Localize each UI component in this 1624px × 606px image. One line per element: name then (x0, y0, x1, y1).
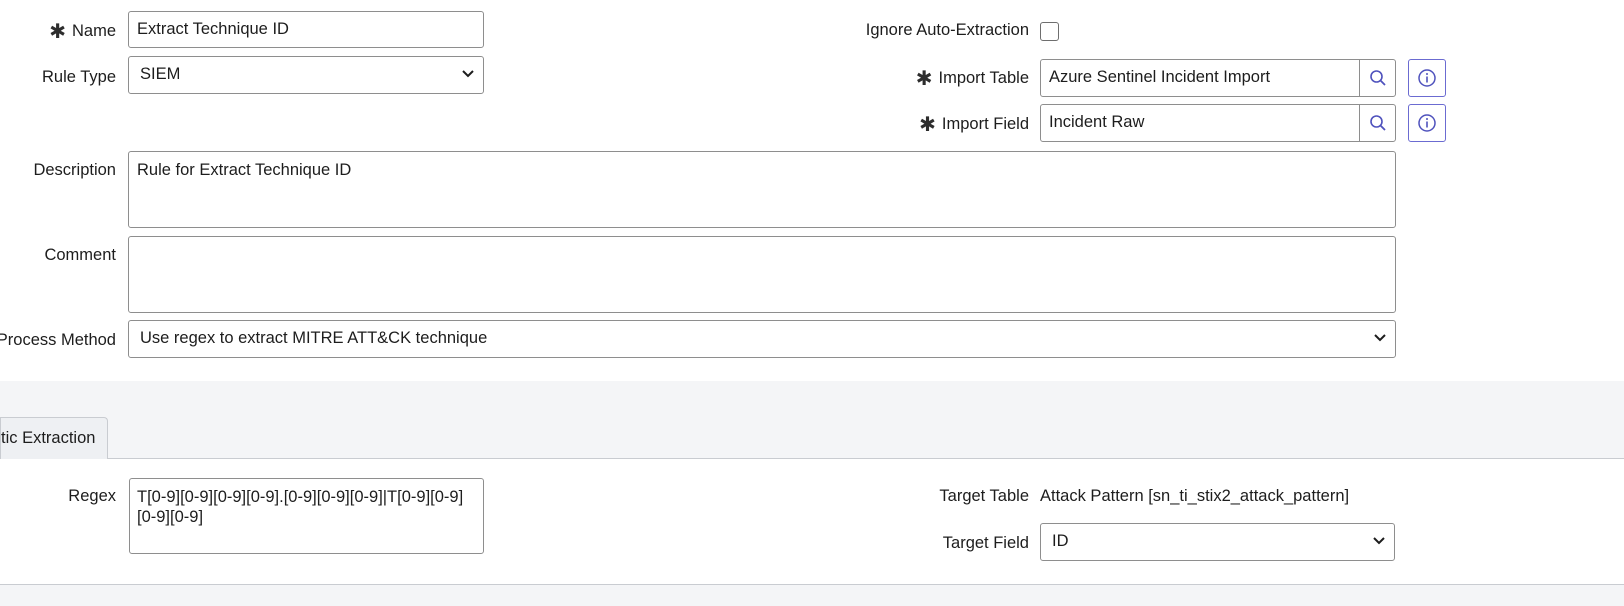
info-icon (1418, 114, 1436, 132)
comment-label: Comment (44, 246, 116, 264)
import-field-label-text: Import Field (941, 115, 1029, 133)
chevron-down-icon (1374, 334, 1386, 342)
chevron-down-icon (1373, 537, 1385, 545)
rule-type-select[interactable]: SIEM (128, 56, 484, 94)
import-table-input[interactable]: Azure Sentinel Incident Import (1040, 59, 1360, 97)
import-field-label: ✱ Import Field (919, 113, 1029, 136)
section-band (0, 381, 1624, 459)
import-table-label-text: Import Table (938, 69, 1030, 87)
tab-automatic-extraction[interactable]: tic Extraction (0, 417, 109, 459)
required-asterisk-icon: ✱ (915, 68, 933, 90)
chevron-down-icon (462, 70, 474, 78)
target-table-label: Target Table (939, 487, 1029, 505)
required-asterisk-icon: ✱ (919, 114, 936, 136)
import-table-label: ✱ Import Table (915, 67, 1030, 90)
comment-textarea[interactable] (128, 236, 1396, 313)
search-icon (1370, 115, 1386, 131)
name-label: ✱ Name (49, 20, 116, 43)
description-textarea[interactable]: Rule for Extract Technique ID (128, 151, 1396, 228)
target-field-label: Target Field (942, 534, 1029, 552)
process-method-select[interactable]: Use regex to extract MITRE ATT&CK techni… (128, 320, 1396, 358)
ignore-auto-extraction-label: Ignore Auto-Extraction (865, 21, 1029, 39)
required-asterisk-icon: ✱ (49, 21, 66, 43)
target-field-value: ID (1052, 532, 1069, 550)
description-label: Description (33, 161, 116, 179)
import-table-lookup-button[interactable] (1359, 59, 1396, 97)
import-field-input[interactable]: Incident Raw (1040, 104, 1360, 142)
regex-textarea[interactable]: T[0-9][0-9][0-9][0-9].[0-9][0-9][0-9]|T[… (129, 478, 484, 554)
import-field-lookup-button[interactable] (1359, 104, 1396, 142)
import-table-info-button[interactable] (1408, 59, 1446, 97)
footer-band (0, 585, 1624, 606)
info-icon (1418, 69, 1436, 87)
target-field-select[interactable]: ID (1040, 523, 1395, 561)
search-icon (1370, 70, 1386, 86)
tab-strip-divider (0, 458, 1624, 459)
process-method-label: Process Method (0, 331, 116, 349)
regex-label: Regex (68, 487, 116, 505)
process-method-value: Use regex to extract MITRE ATT&CK techni… (140, 329, 488, 347)
import-field-info-button[interactable] (1408, 104, 1446, 142)
ignore-auto-extraction-checkbox[interactable] (1040, 22, 1059, 41)
name-label-text: Name (71, 22, 116, 40)
name-input[interactable]: Extract Technique ID (128, 11, 484, 48)
tab-label: tic Extraction (1, 429, 96, 447)
rule-type-value: SIEM (140, 65, 181, 83)
rule-type-label: Rule Type (42, 68, 116, 86)
target-table-value: Attack Pattern [sn_ti_stix2_attack_patte… (1040, 487, 1350, 505)
